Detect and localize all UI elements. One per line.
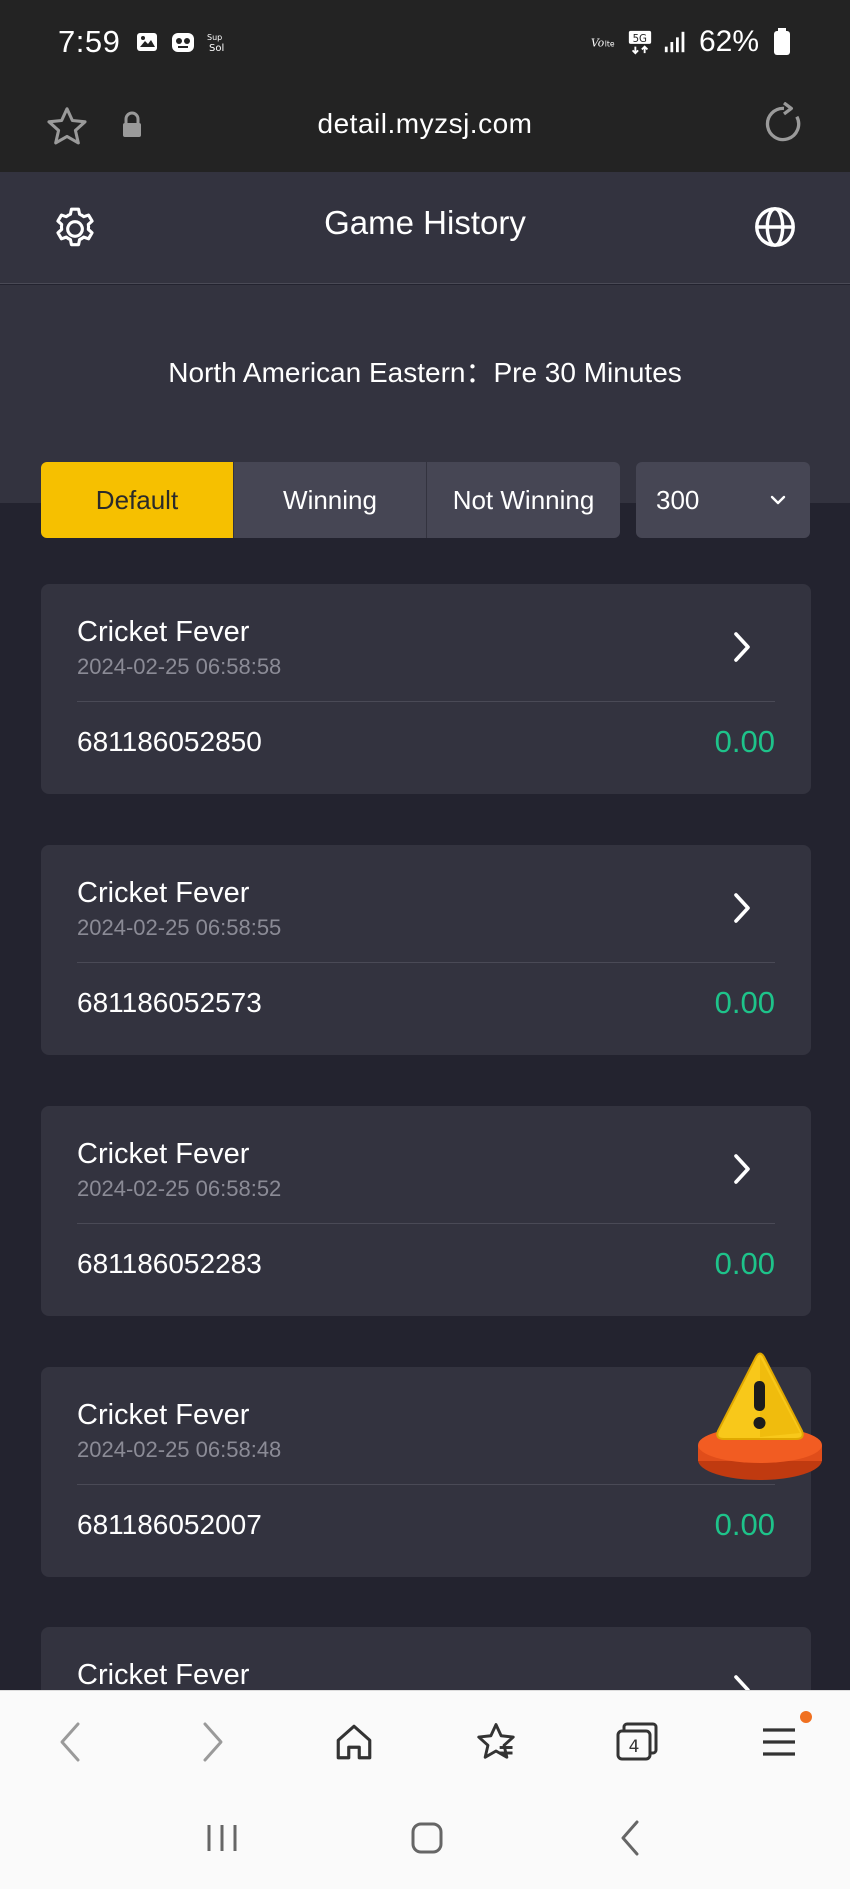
system-nav-bar bbox=[0, 1792, 850, 1889]
record-count-value: 300 bbox=[656, 484, 700, 515]
timezone-label: North American Eastern：Pre 30 Minutes bbox=[168, 357, 682, 388]
record-datetime: 2024-02-25 06:58:52 bbox=[77, 1176, 282, 1201]
record-id: 681186052283 bbox=[77, 1248, 262, 1279]
chevron-right-icon[interactable] bbox=[727, 1152, 757, 1186]
home-icon[interactable] bbox=[329, 1717, 379, 1767]
card-divider bbox=[77, 1484, 775, 1485]
chevron-down-icon bbox=[766, 488, 790, 512]
forward-arrow-icon[interactable] bbox=[187, 1717, 237, 1767]
record-id: 681186052850 bbox=[77, 726, 262, 757]
signal-strength-icon bbox=[663, 29, 689, 55]
filter-tab-winning[interactable]: Winning bbox=[234, 462, 427, 538]
back-arrow-icon[interactable] bbox=[46, 1717, 96, 1767]
history-record-card[interactable]: Cricket Fever 2024-02-25 06:58:58 681186… bbox=[41, 584, 811, 794]
game-name: Cricket Fever bbox=[77, 616, 250, 648]
status-time: 7:59 bbox=[58, 24, 121, 59]
game-name: Cricket Fever bbox=[77, 1399, 250, 1431]
svg-text:lte: lte bbox=[605, 40, 615, 49]
chevron-right-icon[interactable] bbox=[727, 1673, 757, 1690]
tabs-icon[interactable]: 4 bbox=[612, 1717, 662, 1767]
battery-percent: 62% bbox=[698, 25, 759, 58]
history-record-card[interactable]: Cricket Fever 2024-02-25 06:58:55 681186… bbox=[41, 845, 811, 1055]
notification-dot bbox=[800, 1710, 813, 1723]
card-divider bbox=[77, 701, 775, 702]
super-sol-notification-icon: Sup Sol bbox=[206, 29, 232, 55]
network-5g-icon: 5G bbox=[627, 29, 653, 55]
record-datetime: 2024-02-25 06:58:55 bbox=[77, 915, 282, 940]
game-name: Cricket Fever bbox=[77, 877, 250, 909]
filter-tab-default[interactable]: Default bbox=[41, 462, 234, 538]
chevron-right-icon[interactable] bbox=[727, 891, 757, 925]
svg-text:Sol: Sol bbox=[209, 43, 224, 54]
record-id: 681186052007 bbox=[77, 1509, 262, 1540]
page-title: Game History bbox=[324, 204, 526, 241]
record-amount: 0.00 bbox=[714, 724, 775, 759]
record-datetime: 2024-02-25 06:58:58 bbox=[77, 654, 282, 679]
gallery-notification-icon bbox=[134, 29, 160, 55]
warning-floating-icon[interactable] bbox=[690, 1345, 830, 1495]
browser-url-bar: detail.myzsj.com bbox=[0, 84, 850, 172]
card-divider bbox=[77, 962, 775, 963]
card-divider bbox=[77, 1223, 775, 1224]
url-text[interactable]: detail.myzsj.com bbox=[0, 108, 850, 140]
reload-icon[interactable] bbox=[762, 101, 806, 151]
record-datetime: 2024-02-25 06:58:48 bbox=[77, 1437, 282, 1462]
volte-icon: Vo lte bbox=[591, 29, 617, 55]
record-id: 681186052573 bbox=[77, 987, 262, 1018]
result-filter-tabs: Default Winning Not Winning bbox=[41, 462, 620, 538]
svg-text:Sup: Sup bbox=[207, 33, 222, 42]
battery-icon bbox=[769, 28, 795, 55]
chevron-right-icon[interactable] bbox=[727, 630, 757, 664]
svg-text:5G: 5G bbox=[633, 34, 647, 45]
record-amount: 0.00 bbox=[714, 1507, 775, 1542]
menu-hamburger-icon[interactable] bbox=[754, 1710, 813, 1767]
record-amount: 0.00 bbox=[714, 985, 775, 1020]
app-header: Game History bbox=[0, 172, 850, 284]
status-bar: 7:59 Sup Sol Vo lte 5G 62% bbox=[0, 0, 850, 84]
home-square-icon[interactable] bbox=[410, 1821, 444, 1860]
history-record-card[interactable]: Cricket Fever 2024-02-25 06:58:52 681186… bbox=[41, 1106, 811, 1316]
game-name: Cricket Fever bbox=[77, 1659, 250, 1690]
browser-bottom-toolbar: 4 bbox=[0, 1690, 850, 1792]
history-record-card[interactable]: Cricket Fever bbox=[41, 1627, 811, 1690]
language-globe-icon[interactable] bbox=[752, 204, 802, 254]
recent-apps-icon[interactable] bbox=[205, 1821, 239, 1860]
record-amount: 0.00 bbox=[714, 1246, 775, 1281]
svg-text:4: 4 bbox=[629, 1737, 640, 1757]
app-notification-icon bbox=[170, 29, 196, 55]
record-count-select[interactable]: 300 bbox=[636, 462, 810, 538]
filter-tab-not-winning[interactable]: Not Winning bbox=[427, 462, 620, 538]
svg-text:Vo: Vo bbox=[591, 37, 604, 50]
bookmarks-star-icon[interactable] bbox=[471, 1717, 521, 1767]
back-chevron-icon[interactable] bbox=[615, 1818, 645, 1863]
game-name: Cricket Fever bbox=[77, 1138, 250, 1170]
